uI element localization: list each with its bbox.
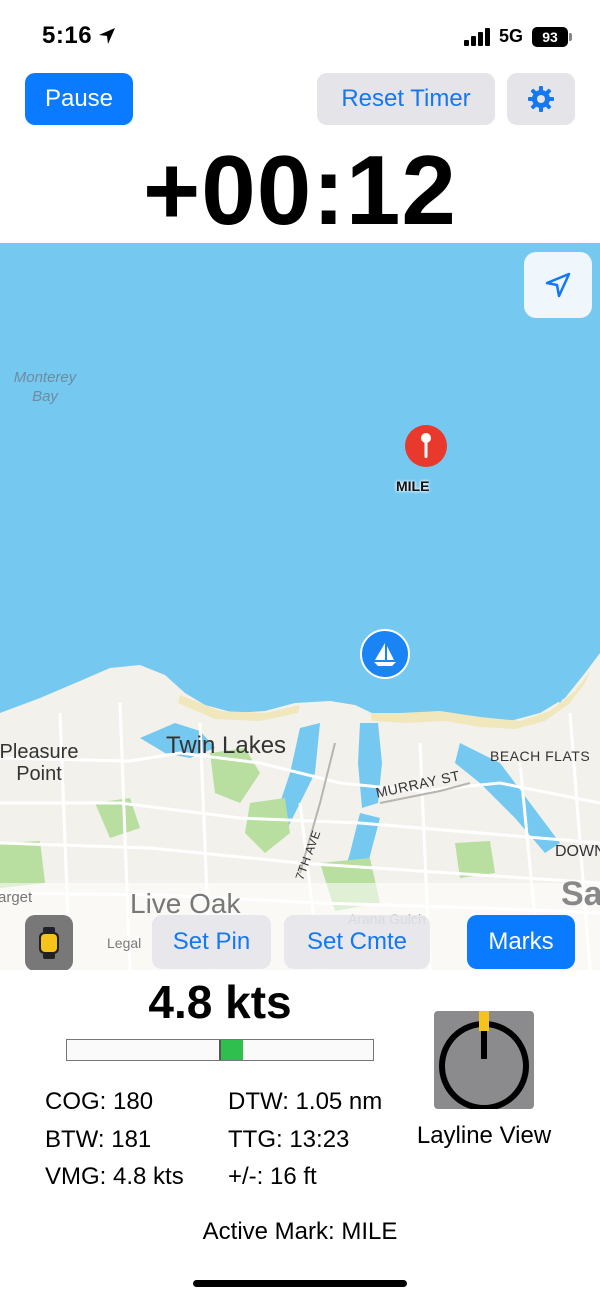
set-committee-button[interactable]: Set Cmte	[284, 915, 430, 969]
location-arrow-icon	[99, 28, 115, 44]
map-label-live-oak: Live Oak	[130, 888, 241, 919]
stat-btw: BTW: 181	[45, 1126, 152, 1153]
reset-timer-button[interactable]: Reset Timer	[317, 73, 495, 125]
battery-tip	[569, 33, 572, 41]
layline-view-button[interactable]	[434, 1011, 534, 1111]
map-label-pleasure-point: Pleasure Point	[0, 741, 79, 785]
map-label-beach-flats: BEACH FLATS	[490, 748, 591, 764]
map-label-santa-cruz: Sa	[561, 875, 600, 913]
set-pin-button[interactable]: Set Pin	[152, 915, 271, 969]
gear-icon	[528, 86, 554, 112]
map-legal-link[interactable]: Legal	[107, 935, 141, 951]
status-time: 5:16	[42, 22, 93, 49]
active-mark-label: Active Mark: MILE	[202, 1218, 398, 1245]
marks-button[interactable]: Marks	[467, 915, 575, 969]
mark-pin[interactable]	[404, 424, 448, 468]
locate-me-button[interactable]	[524, 252, 592, 318]
apple-watch-icon	[39, 927, 59, 959]
stat-dtw: DTW: 1.05 nm	[228, 1088, 383, 1115]
stat-plus-minus: +/-: 16 ft	[228, 1163, 317, 1190]
cellular-signal-icon	[464, 28, 490, 46]
map-label-monterey-bay: Monterey Bay	[13, 369, 77, 405]
mark-pin-label: MILE	[396, 478, 430, 494]
network-type: 5G	[499, 26, 524, 46]
settings-button[interactable]	[507, 73, 575, 125]
countdown-timer: +00:12	[143, 135, 457, 245]
location-arrow-icon	[545, 272, 571, 298]
map-view[interactable]: Monterey Bay Pleasure Point Twin Lakes B…	[0, 243, 600, 970]
pause-button[interactable]: Pause	[25, 73, 133, 125]
map-pin-icon	[405, 425, 447, 467]
speed-bar-needle	[219, 1040, 221, 1060]
speed-bar	[66, 1039, 374, 1061]
boat-location-marker	[360, 629, 410, 679]
layline-view-label: Layline View	[416, 1122, 552, 1149]
map-label-target: arget	[0, 889, 33, 906]
battery-icon: 93	[532, 27, 568, 47]
sailboat-icon	[374, 643, 396, 666]
map-label-twin-lakes: Twin Lakes	[166, 732, 287, 759]
speed-bar-fill	[220, 1040, 243, 1060]
watch-button[interactable]	[25, 915, 73, 970]
speed-readout: 4.8 kts	[148, 976, 292, 1028]
layline-dial-icon	[439, 1011, 529, 1111]
stat-cog: COG: 180	[45, 1088, 154, 1115]
status-bar: 5:16 5G 93	[0, 0, 600, 70]
stat-ttg: TTG: 13:23	[228, 1126, 350, 1153]
stat-vmg: VMG: 4.8 kts	[45, 1163, 184, 1190]
map-label-downtown: DOWN	[555, 843, 600, 860]
home-indicator[interactable]	[193, 1280, 407, 1287]
